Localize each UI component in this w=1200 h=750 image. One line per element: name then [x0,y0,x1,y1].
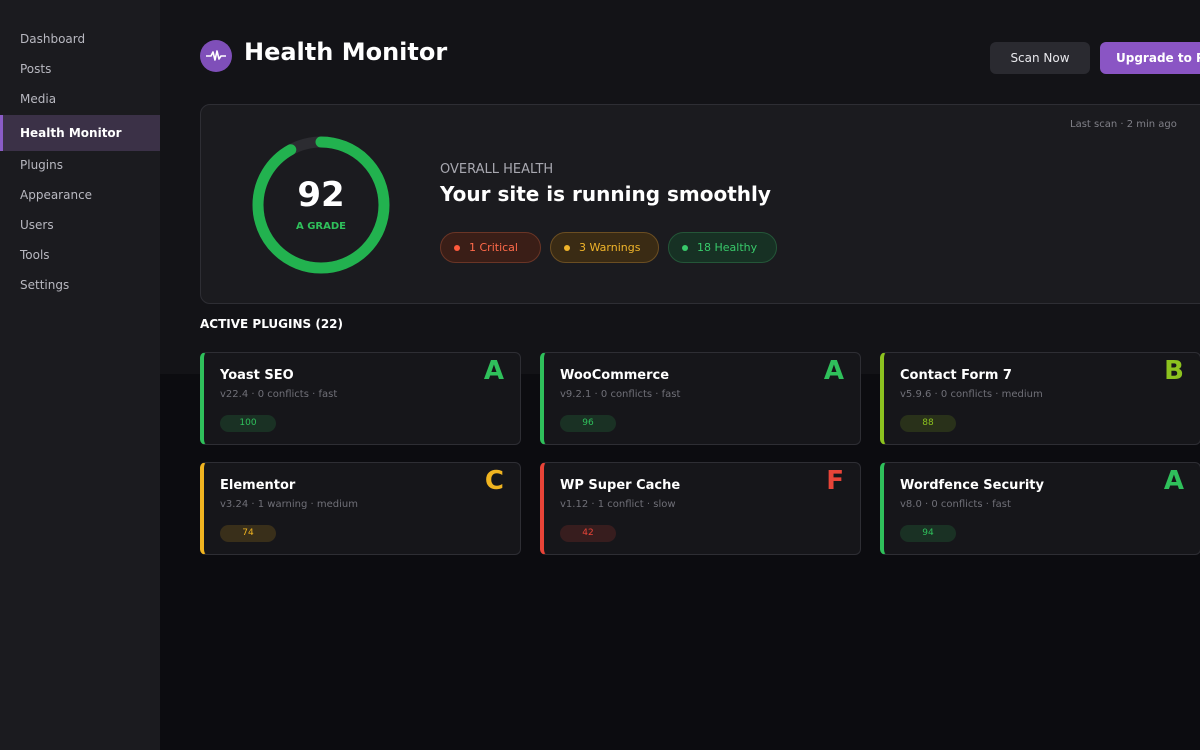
plugin-meta: v3.24 · 1 warning · medium [220,499,358,510]
plugin-name: Yoast SEO [220,368,294,383]
page-title: Health Monitor [244,38,448,66]
plugin-card[interactable]: Wordfence Security v8.0 · 0 conflicts · … [880,462,1200,555]
healthy-label: 18 Healthy [697,241,758,254]
active-plugins-title: ACTIVE PLUGINS (22) [200,317,344,331]
plugin-card[interactable]: Contact Form 7 v5.9.6 · 0 conflicts · me… [880,352,1200,445]
last-scan-text: Last scan · 2 min ago [1070,119,1177,130]
sidebar-item-plugins[interactable]: Plugins [0,151,160,181]
plugin-card[interactable]: Elementor v3.24 · 1 warning · medium 74 … [200,462,521,555]
plugin-grade: A [1163,466,1184,496]
main-content: Health Monitor Scan Now Upgrade to Pro L… [160,0,1200,750]
sidebar-item-media[interactable]: Media [0,85,160,115]
overall-health-card: Last scan · 2 min ago 92 A GRADE OVERALL… [200,104,1200,304]
healthy-dot-icon [682,244,688,251]
plugin-score-badge: 94 [900,525,956,542]
upgrade-button[interactable]: Upgrade to Pro [1100,42,1200,74]
warnings-badge[interactable]: 3 Warnings [550,232,659,263]
plugin-grade: A [483,356,504,386]
plugin-name: WooCommerce [560,368,670,383]
sidebar-item-appearance[interactable]: Appearance [0,181,160,211]
sidebar-item-users[interactable]: Users [0,211,160,241]
plugin-name: Wordfence Security [900,478,1044,493]
plugin-score-badge: 96 [560,415,616,432]
plugin-meta: v9.2.1 · 0 conflicts · fast [560,389,681,400]
plugin-name: WP Super Cache [560,478,681,493]
plugin-meta: v5.9.6 · 0 conflicts · medium [900,389,1043,400]
plugin-grade: B [1164,356,1184,386]
health-grade: A GRADE [296,221,346,232]
critical-badge[interactable]: 1 Critical [440,232,541,263]
healthy-badge[interactable]: 18 Healthy [668,232,777,263]
plugin-name: Contact Form 7 [900,368,1012,383]
pulse-icon [200,40,232,72]
plugin-score-badge: 100 [220,415,276,432]
plugin-meta: v1.12 · 1 conflict · slow [560,499,676,510]
sidebar-item-dashboard[interactable]: Dashboard [0,25,160,55]
plugin-meta: v8.0 · 0 conflicts · fast [900,499,1011,510]
plugin-score-badge: 42 [560,525,616,542]
sidebar-item-settings[interactable]: Settings [0,271,160,301]
plugin-name: Elementor [220,478,296,493]
plugin-grade: C [484,466,504,496]
sidebar: Dashboard Posts Media Health Monitor Plu… [0,0,160,750]
overall-health-label: OVERALL HEALTH [440,162,554,177]
plugin-score-badge: 88 [900,415,956,432]
critical-dot-icon [454,244,460,251]
warnings-label: 3 Warnings [579,241,641,254]
plugin-grade: F [826,466,844,496]
plugin-meta: v22.4 · 0 conflicts · fast [220,389,338,400]
plugin-score-badge: 74 [220,525,276,542]
plugin-grade: A [823,356,844,386]
critical-label: 1 Critical [469,241,518,254]
overall-health-headline: Your site is running smoothly [440,182,771,206]
plugin-card[interactable]: Yoast SEO v22.4 · 0 conflicts · fast 100… [200,352,521,445]
sidebar-item-posts[interactable]: Posts [0,55,160,85]
scan-now-button[interactable]: Scan Now [990,42,1090,74]
sidebar-item-tools[interactable]: Tools [0,241,160,271]
sidebar-item-health-monitor[interactable]: Health Monitor [0,115,160,151]
plugin-card[interactable]: WooCommerce v9.2.1 · 0 conflicts · fast … [540,352,861,445]
health-score: 92 [297,175,345,215]
warning-dot-icon [564,244,570,251]
plugin-card[interactable]: WP Super Cache v1.12 · 1 conflict · slow… [540,462,861,555]
